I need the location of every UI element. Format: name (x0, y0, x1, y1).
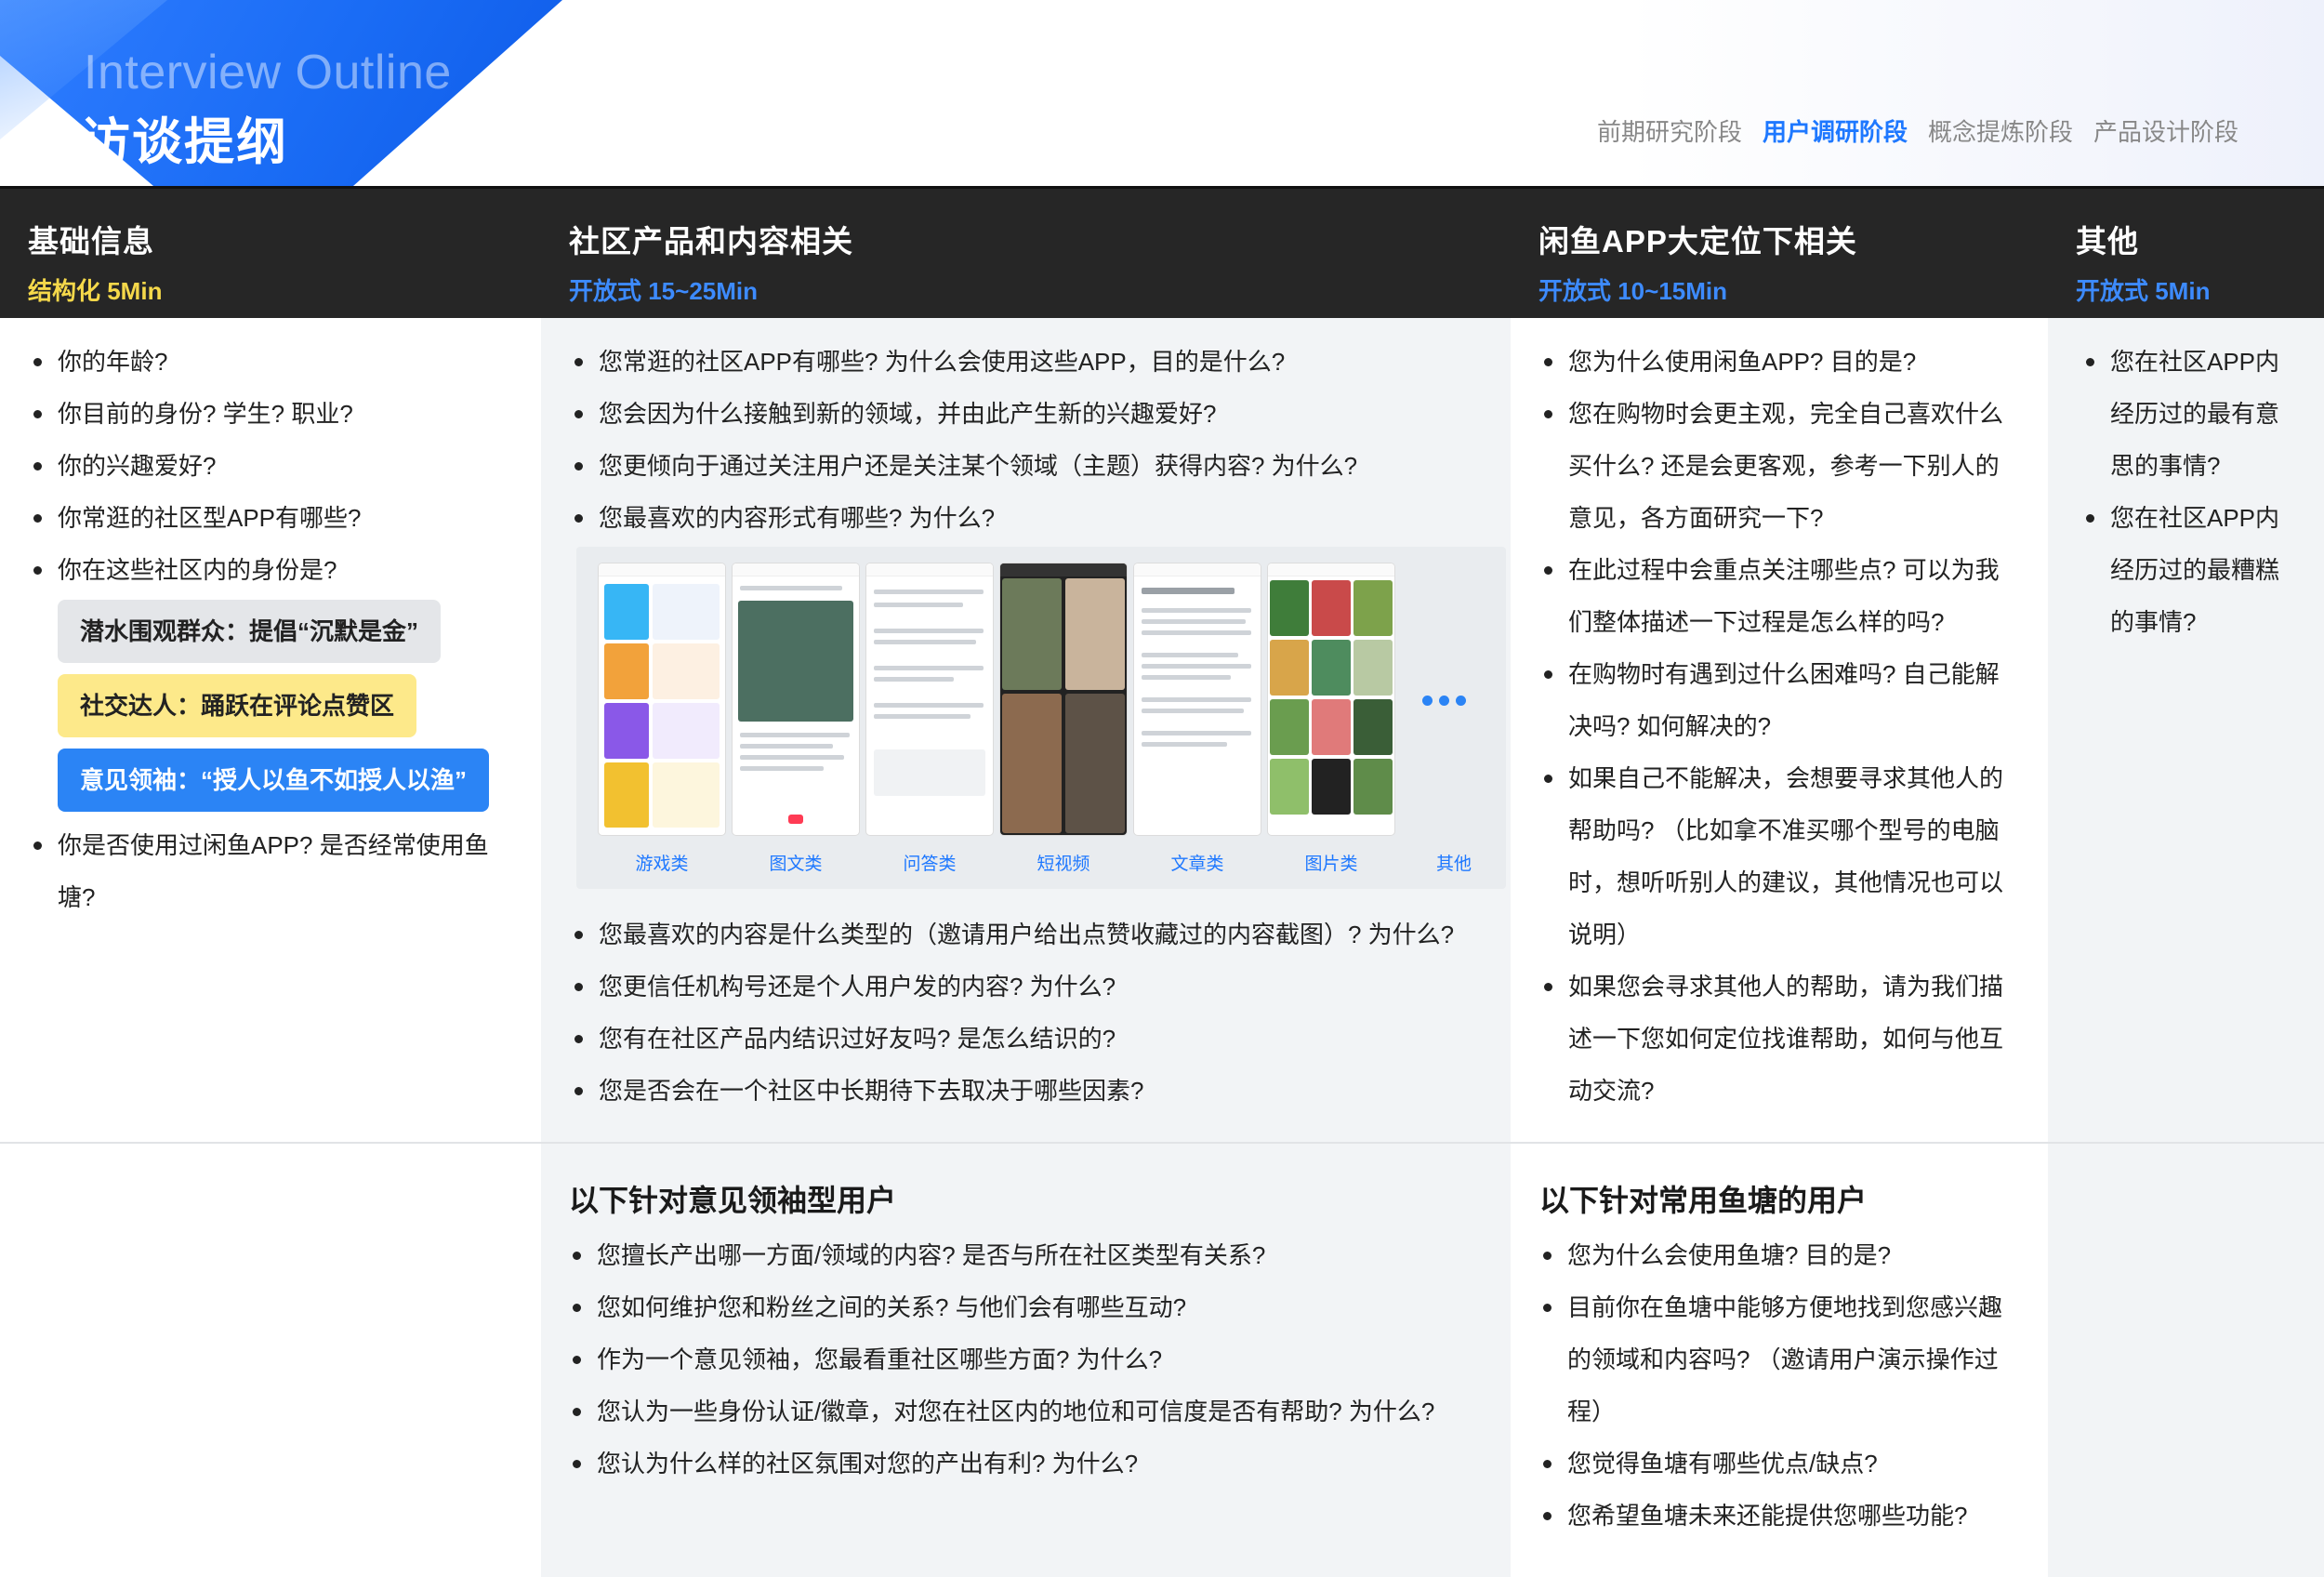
column-header-basic: 基础信息 结构化 5Min (0, 186, 541, 318)
list-item: 你的年龄? (30, 336, 532, 388)
stage-nav: 前期研究阶段 用户调研阶段 概念提炼阶段 产品设计阶段 (1597, 113, 2238, 148)
list-item-continued: 决吗? 如何解决的? (1568, 712, 1772, 740)
list-item: 你目前的身份? 学生? 职业? (30, 388, 532, 440)
list-item: 您更信任机构号还是个人用户发的内容? 为什么? (571, 961, 1500, 1013)
list-item-continued: 的领域和内容吗? （邀请用户演示操作过 (1567, 1345, 1999, 1373)
column-header-other: 其他 开放式 5Min (2048, 186, 2324, 318)
column-duration: 开放式 5Min (2076, 277, 2211, 305)
list-item: 您认为一些身份认证/徽章，对您在社区内的地位和可信度是否有帮助? 为什么? (569, 1385, 1499, 1438)
list-item: 如果自己不能解决，会想要寻求其他人的 (1540, 752, 2042, 804)
list-item: 您认为什么样的社区氛围对您的产出有利? 为什么? (569, 1438, 1499, 1490)
community-questions-b: 您最喜欢的内容是什么类型的（邀请用户给出点赞收藏过的内容截图）? 为什么? 您更… (571, 908, 1500, 1117)
column-title: 其他 (2076, 224, 2139, 258)
list-item-continued: 帮助吗? （比如拿不准买哪个型号的电脑 (1568, 816, 2000, 844)
list-item-continued: 经历过的最糟糕 (2110, 556, 2280, 584)
more-dots-icon (1422, 696, 1466, 706)
section-title: 以下针对意见领袖型用户 (569, 1184, 897, 1217)
list-item: 您为什么使用闲鱼APP? 目的是? (1540, 336, 2042, 388)
list-item-continued: 经历过的最有意 (2110, 400, 2280, 428)
screenshot-game (599, 563, 725, 835)
screenshot-short-video (1000, 563, 1127, 835)
format-label-other: 其他 (1435, 855, 1472, 874)
list-item: 您有在社区产品内结识过好友吗? 是怎么结识的? (571, 1013, 1500, 1065)
basic-questions: 你的年龄? 你目前的身份? 学生? 职业? 你的兴趣爱好? 你常逛的社区型APP… (30, 336, 532, 923)
list-item-continued: 动交流? (1568, 1077, 1655, 1105)
format-label-game: 游戏类 (635, 855, 689, 874)
list-item-continued: 思的事情? (2110, 452, 2221, 480)
list-item: 如果您会寻求其他人的帮助，请为我们描 (1540, 961, 2042, 1013)
list-item: 您最喜欢的内容是什么类型的（邀请用户给出点赞收藏过的内容截图）? 为什么? (571, 908, 1500, 961)
column-title: 社区产品和内容相关 (569, 224, 853, 258)
list-item: 你的兴趣爱好? (30, 440, 532, 492)
list-item: 您擅长产出哪一方面/领域的内容? 是否与所在社区类型有关系? (569, 1229, 1499, 1281)
format-label-pictures: 图片类 (1304, 855, 1358, 874)
community-leader-section: 以下针对意见领袖型用户 您擅长产出哪一方面/领域的内容? 是否与所在社区类型有关… (569, 1177, 1499, 1490)
list-item-continued: 塘? (58, 883, 96, 911)
identity-tag-leader: 意见领袖：“授人以鱼不如授人以渔” (58, 749, 490, 812)
format-label-qa: 问答类 (903, 855, 957, 874)
content-format-screenshots: 游戏类 图文类 问答类 短视频 文章类 图片类 其他 (576, 547, 1506, 889)
list-item-continued: 程） (1567, 1398, 1617, 1425)
list-item: 您在社区APP内 (2082, 336, 2320, 388)
header-subtitle: Interview Outline (84, 46, 452, 99)
xianyu-questions: 您为什么使用闲鱼APP? 目的是? 您在购物时会更主观，完全自己喜欢什么 买什么… (1540, 336, 2042, 1117)
column-duration: 开放式 15~25Min (569, 277, 759, 305)
stage-design[interactable]: 产品设计阶段 (2093, 113, 2238, 148)
list-item: 您如何维护您和粉丝之间的关系? 与他们会有哪些互动? (569, 1281, 1499, 1333)
list-item: 目前你在鱼塘中能够方便地找到您感兴趣 (1539, 1281, 2041, 1333)
column-title: 闲鱼APP大定位下相关 (1538, 224, 1857, 258)
screenshot-article (1134, 563, 1261, 835)
list-item: 您会因为什么接触到新的领域，并由此产生新的兴趣爱好? (571, 388, 1500, 440)
list-item: 你在这些社区内的身份是? (30, 544, 532, 596)
screenshot-pictures (1268, 563, 1394, 835)
column-duration: 结构化 5Min (28, 277, 163, 305)
list-item: 您更倾向于通过关注用户还是关注某个领域（主题）获得内容? 为什么? (571, 440, 1500, 492)
list-item: 在购物时有遇到过什么困难吗? 自己能解 (1540, 648, 2042, 700)
stage-research[interactable]: 前期研究阶段 (1597, 113, 1742, 148)
section-divider (0, 1142, 2324, 1144)
list-item-continued: 述一下您如何定位找谁帮助，如何与他互 (1568, 1025, 2004, 1053)
other-questions: 您在社区APP内 经历过的最有意 思的事情? 您在社区APP内 经历过的最糟糕 … (2082, 336, 2320, 648)
list-item: 你是否使用过闲鱼APP? 是否经常使用鱼 (30, 819, 532, 871)
page-title: 访谈提纲 (80, 114, 288, 170)
list-item: 您觉得鱼塘有哪些优点/缺点? (1539, 1438, 2041, 1490)
section-title: 以下针对常用鱼塘的用户 (1539, 1184, 1868, 1217)
list-item: 您在社区APP内 (2082, 492, 2320, 544)
list-item: 您希望鱼塘未来还能提供您哪些功能? (1539, 1490, 2041, 1542)
screenshot-qa (866, 563, 993, 835)
list-item-continued: 们整体描述一下过程是怎么样的吗? (1568, 608, 1945, 636)
list-item-continued: 说明） (1568, 921, 1642, 948)
page-header: Interview Outline 访谈提纲 前期研究阶段 用户调研阶段 概念提… (0, 0, 2324, 186)
list-item-continued: 的事情? (2110, 608, 2197, 636)
stage-user-research[interactable]: 用户调研阶段 (1763, 113, 1908, 148)
list-item: 在此过程中会重点关注哪些点? 可以为我 (1540, 544, 2042, 596)
format-label-image-text: 图文类 (769, 855, 823, 874)
list-item: 您为什么会使用鱼塘? 目的是? (1539, 1229, 2041, 1281)
list-item: 您在购物时会更主观，完全自己喜欢什么 (1540, 388, 2042, 440)
list-item: 您是否会在一个社区中长期待下去取决于哪些因素? (571, 1065, 1500, 1117)
screenshot-image-text (733, 563, 859, 835)
xianyu-fishpond-section: 以下针对常用鱼塘的用户 您为什么会使用鱼塘? 目的是? 目前你在鱼塘中能够方便地… (1539, 1177, 2041, 1542)
format-label-article: 文章类 (1170, 855, 1224, 874)
identity-tag-lurker: 潜水围观群众：提倡“沉默是金” (58, 600, 442, 663)
column-header-community: 社区产品和内容相关 开放式 15~25Min (541, 186, 1511, 318)
list-item-continued: 意见，各方面研究一下? (1568, 504, 1824, 532)
column-header-xianyu: 闲鱼APP大定位下相关 开放式 10~15Min (1511, 186, 2048, 318)
column-duration: 开放式 10~15Min (1538, 277, 1728, 305)
stage-concept[interactable]: 概念提炼阶段 (1928, 113, 2073, 148)
list-item-continued: 时，想听听别人的建议，其他情况也可以 (1568, 868, 2004, 896)
identity-tag-social: 社交达人：踊跃在评论点赞区 (58, 674, 417, 737)
list-item-continued: 买什么? 还是会更客观，参考一下别人的 (1568, 452, 2000, 480)
list-item: 你常逛的社区型APP有哪些? (30, 492, 532, 544)
column-title: 基础信息 (28, 224, 154, 258)
list-item: 您常逛的社区APP有哪些? 为什么会使用这些APP，目的是什么? (571, 336, 1500, 388)
format-label-short-video: 短视频 (1037, 855, 1090, 874)
community-questions-a: 您常逛的社区APP有哪些? 为什么会使用这些APP，目的是什么? 您会因为什么接… (571, 336, 1500, 544)
list-item: 您最喜欢的内容形式有哪些? 为什么? (571, 492, 1500, 544)
list-item: 作为一个意见领袖，您最看重社区哪些方面? 为什么? (569, 1333, 1499, 1385)
